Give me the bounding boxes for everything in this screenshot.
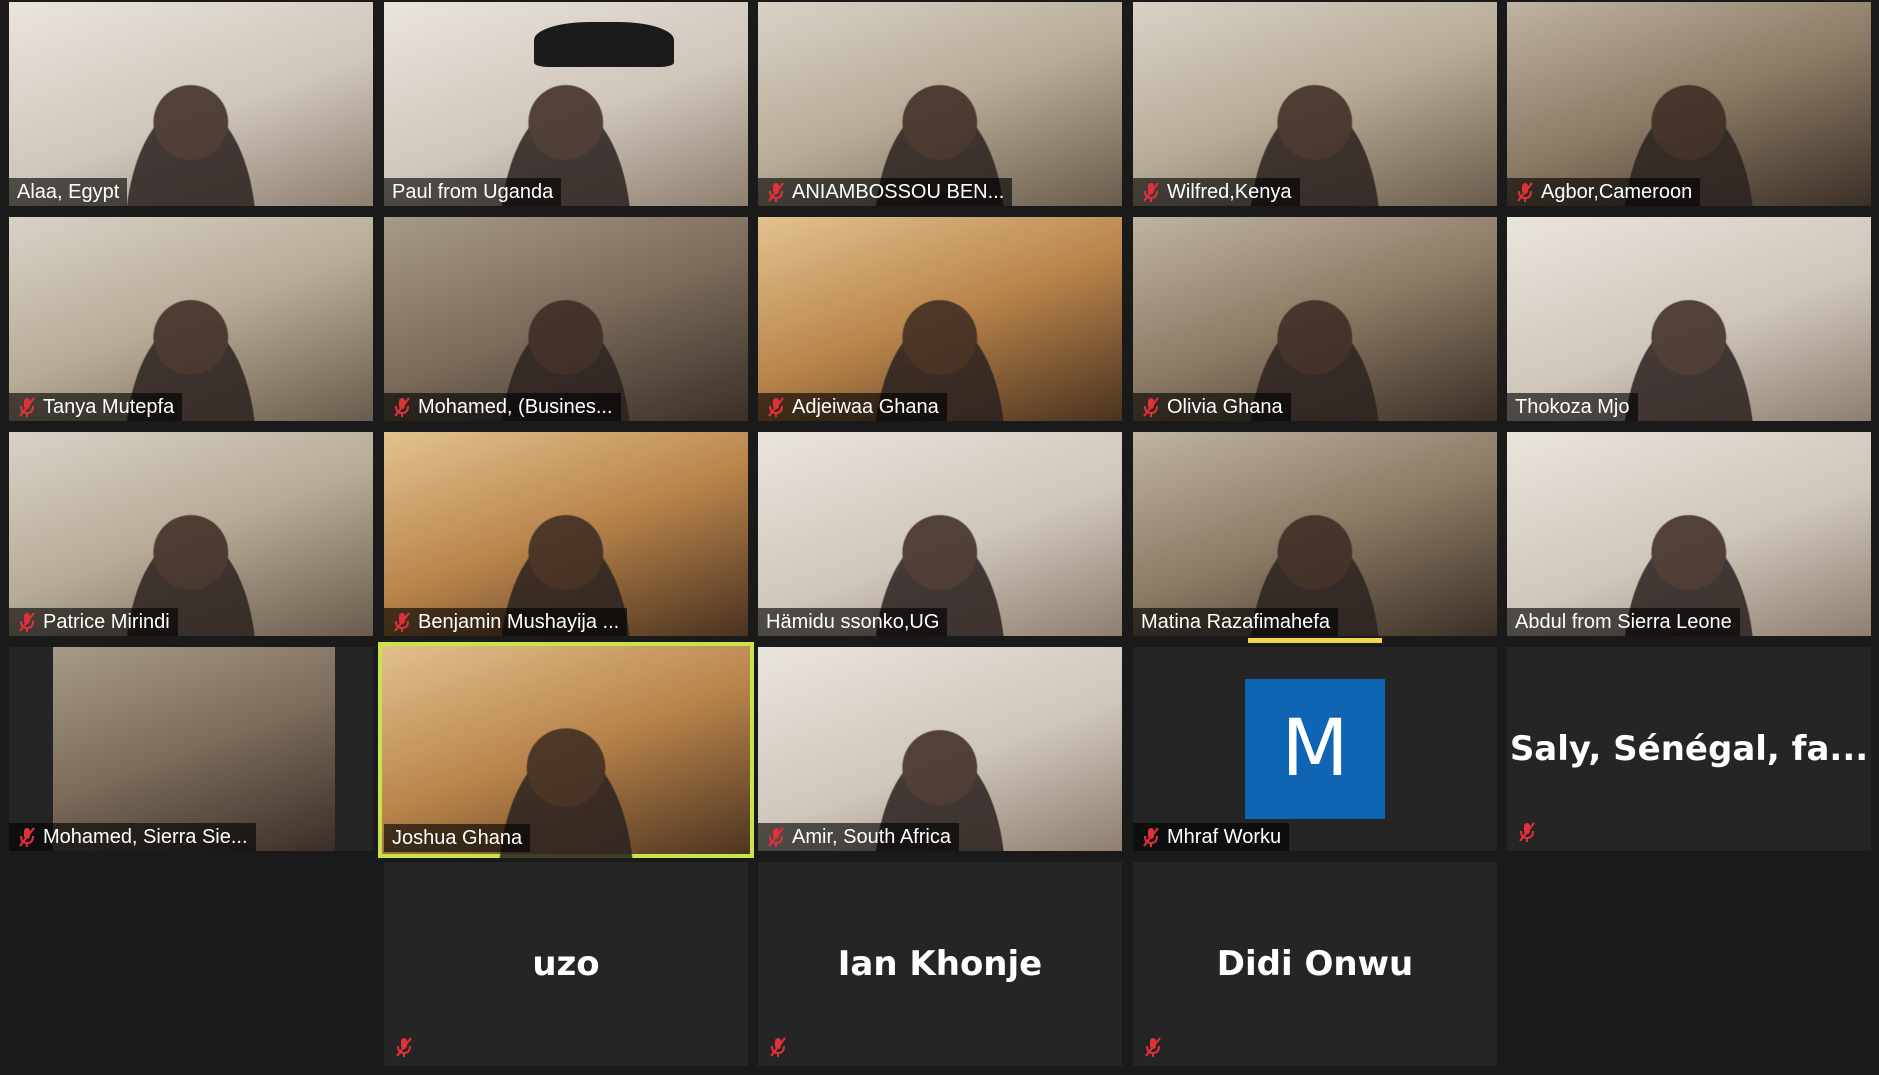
microphone-muted-icon xyxy=(1145,1037,1161,1057)
participant-name: Matina Razafimahefa xyxy=(1141,611,1330,633)
participant-name: Agbor,Cameroon xyxy=(1541,181,1693,203)
participant-name-large: Didi Onwu xyxy=(1216,944,1414,984)
participant-tile[interactable]: Amir, South Africa xyxy=(758,647,1122,851)
participant-name: Adjeiwaa Ghana xyxy=(792,396,939,418)
participant-name-tag: Joshua Ghana xyxy=(384,824,531,852)
participant-name-tag: Olivia Ghana xyxy=(1133,393,1291,421)
microphone-muted-icon xyxy=(396,1037,412,1057)
participant-tile[interactable]: Thokoza Mjo xyxy=(1507,217,1871,421)
participant-name-tag: Thokoza Mjo xyxy=(1507,393,1638,421)
participant-tile[interactable]: Hämidu ssonko,UG xyxy=(758,432,1122,636)
participant-name-tag: Hämidu ssonko,UG xyxy=(758,608,948,636)
microphone-muted-icon xyxy=(768,827,784,847)
participant-tile[interactable]: Adjeiwaa Ghana xyxy=(758,217,1122,421)
microphone-muted-icon xyxy=(768,397,784,417)
participant-name: Abdul from Sierra Leone xyxy=(1515,611,1732,633)
participant-name-tag: Adjeiwaa Ghana xyxy=(758,393,947,421)
participant-name: Alaa, Egypt xyxy=(17,181,120,203)
profile-avatar: M xyxy=(1245,679,1385,819)
participant-name: Joshua Ghana xyxy=(392,827,523,849)
microphone-muted-icon xyxy=(394,397,410,417)
microphone-muted-icon xyxy=(1519,822,1535,842)
audio-level-indicator xyxy=(1248,638,1382,643)
participant-tile[interactable]: Ian Khonje xyxy=(758,862,1122,1066)
participant-name: Wilfred,Kenya xyxy=(1167,181,1292,203)
microphone-muted-icon xyxy=(394,612,410,632)
participant-tile[interactable]: Didi Onwu xyxy=(1133,862,1497,1066)
participant-name-tag: Amir, South Africa xyxy=(758,823,959,851)
participant-name-large: Saly, Sénégal, fa... xyxy=(1509,729,1869,769)
participant-name-tag: Matina Razafimahefa xyxy=(1133,608,1338,636)
participant-video xyxy=(107,68,275,206)
participant-name-tag: Paul from Uganda xyxy=(384,178,562,206)
participant-tile[interactable]: Matina Razafimahefa xyxy=(1133,432,1497,636)
participant-name: Thokoza Mjo xyxy=(1515,396,1630,418)
participant-tile[interactable]: ANIAMBOSSOU BEN... xyxy=(758,2,1122,206)
participant-name: Mhraf Worku xyxy=(1167,826,1282,848)
participant-name-tag: Benjamin Mushayija ... xyxy=(384,608,628,636)
participant-name-large: Ian Khonje xyxy=(837,944,1043,984)
participant-name: Mohamed, (Busines... xyxy=(418,396,613,418)
participant-tile[interactable]: Abdul from Sierra Leone xyxy=(1507,432,1871,636)
participant-tile-active-speaker[interactable]: Joshua Ghana xyxy=(378,642,754,858)
microphone-muted-icon xyxy=(19,827,35,847)
participant-tile[interactable]: Patrice Mirindi xyxy=(9,432,373,636)
participant-tile[interactable]: Mohamed, (Busines... xyxy=(384,217,748,421)
participant-name-tag: ANIAMBOSSOU BEN... xyxy=(758,178,1013,206)
pirate-hat-filter xyxy=(534,22,674,67)
microphone-muted-icon xyxy=(1143,827,1159,847)
participant-name: ANIAMBOSSOU BEN... xyxy=(792,181,1005,203)
microphone-muted-icon xyxy=(770,1037,786,1057)
microphone-muted-icon xyxy=(1143,397,1159,417)
participant-name-tag: Alaa, Egypt xyxy=(9,178,128,206)
participant-tile[interactable]: M Mhraf Worku xyxy=(1133,647,1497,851)
participant-tile[interactable]: Olivia Ghana xyxy=(1133,217,1497,421)
microphone-muted-icon xyxy=(1517,182,1533,202)
participant-tile[interactable]: Agbor,Cameroon xyxy=(1507,2,1871,206)
participant-name-tag: Mhraf Worku xyxy=(1133,823,1290,851)
participant-name-tag: Mohamed, (Busines... xyxy=(384,393,621,421)
gallery-view-grid: Alaa, Egypt Paul from Uganda ANIAMBOSSOU… xyxy=(0,0,1879,1075)
participant-tile[interactable]: Saly, Sénégal, fa... xyxy=(1507,647,1871,851)
microphone-muted-icon xyxy=(1143,182,1159,202)
participant-name-tag: Agbor,Cameroon xyxy=(1507,178,1701,206)
participant-name-tag: Abdul from Sierra Leone xyxy=(1507,608,1740,636)
participant-tile[interactable]: uzo xyxy=(384,862,748,1066)
participant-name: Benjamin Mushayija ... xyxy=(418,611,620,633)
microphone-muted-icon xyxy=(768,182,784,202)
participant-tile[interactable]: Mohamed, Sierra Sie... xyxy=(9,647,373,851)
participant-name: Tanya Mutepfa xyxy=(43,396,175,418)
participant-tile[interactable]: Benjamin Mushayija ... xyxy=(384,432,748,636)
participant-name: Amir, South Africa xyxy=(792,826,951,848)
participant-name: Paul from Uganda xyxy=(392,181,554,203)
participant-name-tag: Mohamed, Sierra Sie... xyxy=(9,823,256,851)
participant-name: Patrice Mirindi xyxy=(43,611,170,633)
participant-video xyxy=(53,647,335,851)
participant-tile[interactable]: Paul from Uganda xyxy=(384,2,748,206)
participant-name-large: uzo xyxy=(532,944,600,984)
participant-name-tag: Tanya Mutepfa xyxy=(9,393,183,421)
participant-name: Mohamed, Sierra Sie... xyxy=(43,826,248,848)
participant-name: Olivia Ghana xyxy=(1167,396,1283,418)
microphone-muted-icon xyxy=(19,612,35,632)
microphone-muted-icon xyxy=(19,397,35,417)
participant-tile[interactable]: Wilfred,Kenya xyxy=(1133,2,1497,206)
participant-name: Hämidu ssonko,UG xyxy=(766,611,940,633)
participant-tile[interactable]: Alaa, Egypt xyxy=(9,2,373,206)
participant-tile[interactable]: Tanya Mutepfa xyxy=(9,217,373,421)
participant-name-tag: Wilfred,Kenya xyxy=(1133,178,1300,206)
participant-name-tag: Patrice Mirindi xyxy=(9,608,178,636)
